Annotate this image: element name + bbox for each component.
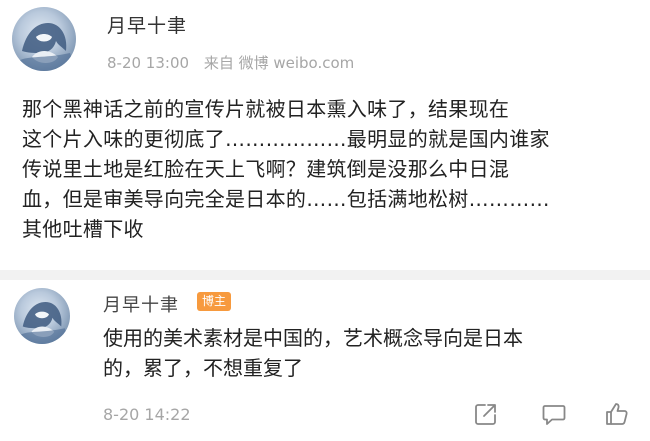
post-time: 8-20 13:00	[107, 54, 190, 72]
comment-body-line: 使用的美术素材是中国的，艺术概念导向是日本	[103, 326, 523, 350]
post-username[interactable]: 月早十聿	[107, 11, 187, 38]
post-body-line: 传说里土地是红脸在天上飞啊？建筑倒是没那么中日混	[22, 157, 510, 181]
comment-body-line: 的，累了，不想重复了	[103, 356, 303, 380]
post-meta: 8-20 13:00 来自 微博 weibo.com	[107, 52, 364, 73]
share-icon	[475, 404, 496, 425]
avatar-illustration	[14, 302, 70, 344]
comment-icon	[542, 405, 566, 425]
post-body-line: 这个片入味的更彻底了………………最明显的就是国内谁家	[22, 127, 550, 151]
comment-username[interactable]: 月早十聿	[103, 291, 179, 317]
comment-button[interactable]	[540, 400, 568, 428]
share-button[interactable]	[472, 400, 500, 428]
comment-body: 使用的美术素材是中国的，艺术概念导向是日本 的，累了，不想重复了	[103, 323, 638, 383]
post-avatar[interactable]	[12, 7, 76, 71]
like-button[interactable]	[603, 400, 631, 428]
post-body: 那个黑神话之前的宣传片就被日本熏入味了，结果现在 这个片入味的更彻底了………………	[22, 94, 640, 244]
owner-badge: 博主	[197, 292, 232, 311]
post-body-line: 血，但是审美导向完全是日本的……包括满地松树…………	[22, 187, 550, 211]
avatar-illustration	[12, 23, 76, 71]
post-body-line: 其他吐槽下收	[22, 217, 144, 241]
section-divider	[0, 270, 650, 280]
thumbs-up-icon	[606, 403, 628, 425]
comment-time: 8-20 14:22	[103, 405, 191, 424]
comment-avatar[interactable]	[14, 288, 70, 344]
weibo-page: 月早十聿 8-20 13:00 来自 微博 weibo.com 那个黑神话之前的…	[0, 0, 650, 441]
post-body-line: 那个黑神话之前的宣传片就被日本熏入味了，结果现在	[22, 97, 510, 121]
post-source[interactable]: 来自 微博 weibo.com	[204, 54, 354, 72]
